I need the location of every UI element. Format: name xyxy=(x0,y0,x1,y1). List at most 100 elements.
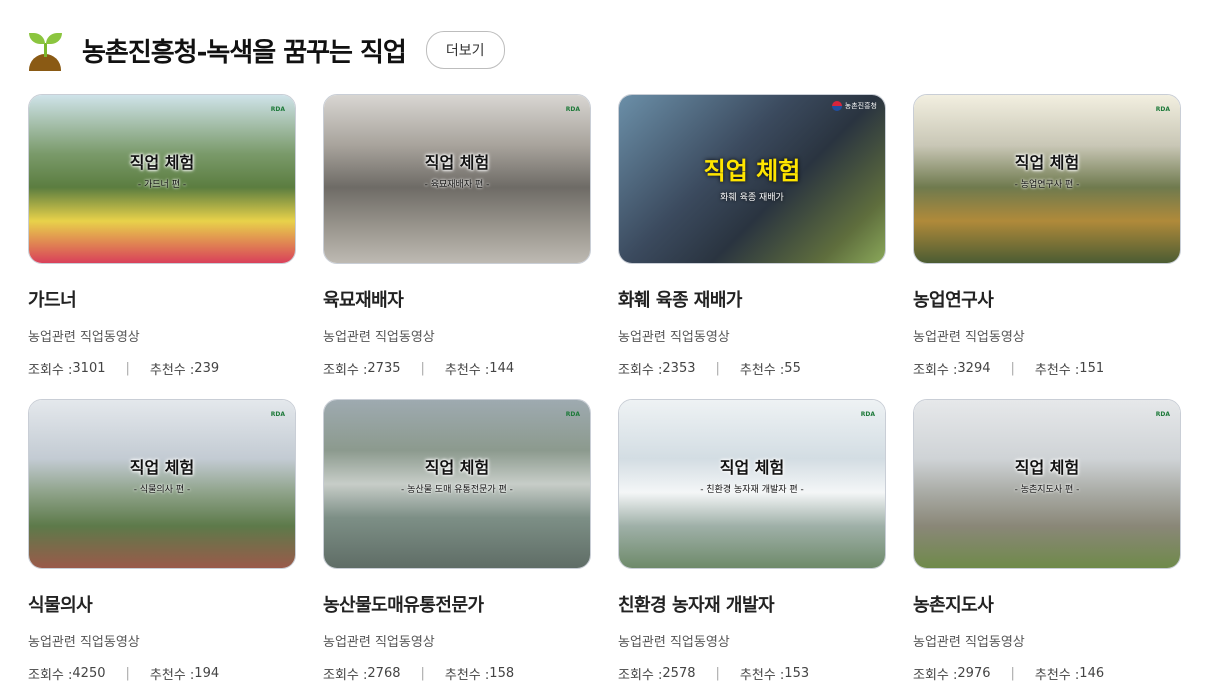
video-stats: 조회수 : 2976 | 추천수 : 146 xyxy=(913,666,1105,683)
views-label: 조회수 : xyxy=(323,668,368,683)
video-stats: 조회수 : 3101 | 추천수 : 239 xyxy=(28,361,220,378)
thumbnail-title: 직업 체험 xyxy=(424,153,490,172)
thumbnail-subtitle: - 육묘재배자 편 - xyxy=(424,180,490,190)
views-label: 조회수 : xyxy=(28,668,73,683)
video-thumbnail[interactable]: RDA 직업 체험 - 농산물 도매 유통전문가 편 - xyxy=(323,399,591,569)
video-card[interactable]: RDA 직업 체험 - 식물의사 편 - 식물의사 농업관련 직업동영상 조회수… xyxy=(28,399,296,683)
rda-logo: RDA xyxy=(565,106,580,113)
rda-logo: RDA xyxy=(565,411,580,418)
likes-label: 추천수 : xyxy=(149,363,195,378)
video-stats: 조회수 : 2768 | 추천수 : 158 xyxy=(323,666,515,683)
video-thumbnail[interactable]: RDA 직업 체험 - 농업연구사 편 - xyxy=(913,94,1181,264)
video-category: 농업관련 직업동영상 xyxy=(28,635,140,650)
thumbnail-subtitle: - 농산물 도매 유통전문가 편 - xyxy=(401,485,513,495)
video-category: 농업관련 직업동영상 xyxy=(913,635,1025,650)
video-category: 농업관련 직업동영상 xyxy=(618,635,730,650)
rda-logo: RDA xyxy=(1155,411,1170,418)
rda-logo: RDA xyxy=(270,106,285,113)
views-count: 4250 xyxy=(72,666,106,681)
video-category: 농업관련 직업동영상 xyxy=(323,330,435,345)
views-count: 2353 xyxy=(662,361,696,376)
video-title[interactable]: 가드너 xyxy=(28,286,296,312)
video-thumbnail[interactable]: RDA 직업 체험 - 농촌지도사 편 - xyxy=(913,399,1181,569)
thumbnail-title: 직업 체험 xyxy=(719,458,785,477)
section-header: 농촌진흥청-녹색을 꿈꾸는 직업 더보기 xyxy=(28,28,505,72)
video-card[interactable]: 농촌진흥청 직업 체험 화훼 육종 재배가 화훼 육종 재배가 농업관련 직업동… xyxy=(618,94,886,378)
rda-logo: RDA xyxy=(860,411,875,418)
likes-label: 추천수 : xyxy=(739,363,785,378)
views-label: 조회수 : xyxy=(618,363,663,378)
views-label: 조회수 : xyxy=(323,363,368,378)
thumbnail-subtitle: - 농촌지도사 편 - xyxy=(1014,485,1080,495)
likes-label: 추천수 : xyxy=(739,668,785,683)
video-stats: 조회수 : 2578 | 추천수 : 153 xyxy=(618,666,810,683)
video-category: 농업관련 직업동영상 xyxy=(28,330,140,345)
video-title[interactable]: 친환경 농자재 개발자 xyxy=(618,591,886,617)
views-label: 조회수 : xyxy=(28,363,73,378)
thumbnail-title: 직업 체험 xyxy=(129,153,195,172)
gov-logo: 농촌진흥청 xyxy=(831,101,877,111)
thumbnail-subtitle: 화훼 육종 재배가 xyxy=(720,193,784,203)
thumbnail-title: 직업 체험 xyxy=(703,157,801,185)
views-count: 2768 xyxy=(367,666,401,681)
video-title[interactable]: 농업연구사 xyxy=(913,286,1181,312)
video-title[interactable]: 식물의사 xyxy=(28,591,296,617)
views-count: 3294 xyxy=(957,361,991,376)
video-stats: 조회수 : 2735 | 추천수 : 144 xyxy=(323,361,515,378)
thumbnail-subtitle: - 농업연구사 편 - xyxy=(1014,180,1080,190)
video-stats: 조회수 : 2353 | 추천수 : 55 xyxy=(618,361,801,378)
video-category: 농업관련 직업동영상 xyxy=(323,635,435,650)
views-count: 2976 xyxy=(957,666,991,681)
video-title[interactable]: 농촌지도사 xyxy=(913,591,1181,617)
sprout-icon xyxy=(28,29,62,71)
thumbnail-title: 직업 체험 xyxy=(1014,153,1080,172)
views-count: 2735 xyxy=(367,361,401,376)
likes-count: 151 xyxy=(1079,361,1105,376)
likes-count: 55 xyxy=(784,361,801,376)
rda-logo: RDA xyxy=(1155,106,1170,113)
video-card[interactable]: RDA 직업 체험 - 농촌지도사 편 - 농촌지도사 농업관련 직업동영상 조… xyxy=(913,399,1181,683)
video-thumbnail[interactable]: RDA 직업 체험 - 친환경 농자재 개발자 편 - xyxy=(618,399,886,569)
likes-label: 추천수 : xyxy=(444,668,490,683)
likes-count: 144 xyxy=(489,361,515,376)
video-thumbnail[interactable]: RDA 직업 체험 - 가드너 편 - xyxy=(28,94,296,264)
views-label: 조회수 : xyxy=(618,668,663,683)
thumbnail-title: 직업 체험 xyxy=(1014,458,1080,477)
likes-count: 158 xyxy=(489,666,515,681)
video-card[interactable]: RDA 직업 체험 - 농산물 도매 유통전문가 편 - 농산물도매유통전문가 … xyxy=(323,399,591,683)
video-stats: 조회수 : 4250 | 추천수 : 194 xyxy=(28,666,220,683)
thumbnail-subtitle: - 가드너 편 - xyxy=(137,180,187,190)
likes-label: 추천수 : xyxy=(1034,668,1080,683)
likes-label: 추천수 : xyxy=(444,363,490,378)
video-card[interactable]: RDA 직업 체험 - 가드너 편 - 가드너 농업관련 직업동영상 조회수 :… xyxy=(28,94,296,378)
views-label: 조회수 : xyxy=(913,363,958,378)
thumbnail-title: 직업 체험 xyxy=(424,458,490,477)
video-title[interactable]: 화훼 육종 재배가 xyxy=(618,286,886,312)
video-title[interactable]: 육묘재배자 xyxy=(323,286,591,312)
thumbnail-title: 직업 체험 xyxy=(129,458,195,477)
video-thumbnail[interactable]: RDA 직업 체험 - 육묘재배자 편 - xyxy=(323,94,591,264)
likes-count: 153 xyxy=(784,666,810,681)
video-stats: 조회수 : 3294 | 추천수 : 151 xyxy=(913,361,1105,378)
video-category: 농업관련 직업동영상 xyxy=(618,330,730,345)
video-card[interactable]: RDA 직업 체험 - 농업연구사 편 - 농업연구사 농업관련 직업동영상 조… xyxy=(913,94,1181,378)
video-thumbnail[interactable]: 농촌진흥청 직업 체험 화훼 육종 재배가 xyxy=(618,94,886,264)
views-count: 3101 xyxy=(72,361,106,376)
rda-logo: RDA xyxy=(270,411,285,418)
video-card[interactable]: RDA 직업 체험 - 친환경 농자재 개발자 편 - 친환경 농자재 개발자 … xyxy=(618,399,886,683)
section-title: 농촌진흥청-녹색을 꿈꾸는 직업 xyxy=(82,37,407,68)
video-thumbnail[interactable]: RDA 직업 체험 - 식물의사 편 - xyxy=(28,399,296,569)
views-count: 2578 xyxy=(662,666,696,681)
more-button[interactable]: 더보기 xyxy=(425,31,505,69)
thumbnail-subtitle: - 식물의사 편 - xyxy=(133,485,191,495)
video-category: 농업관련 직업동영상 xyxy=(913,330,1025,345)
video-card[interactable]: RDA 직업 체험 - 육묘재배자 편 - 육묘재배자 농업관련 직업동영상 조… xyxy=(323,94,591,378)
views-label: 조회수 : xyxy=(913,668,958,683)
likes-count: 194 xyxy=(194,666,220,681)
thumbnail-subtitle: - 친환경 농자재 개발자 편 - xyxy=(700,485,804,495)
video-title[interactable]: 농산물도매유통전문가 xyxy=(323,591,591,617)
likes-label: 추천수 : xyxy=(1034,363,1080,378)
likes-count: 146 xyxy=(1079,666,1105,681)
likes-count: 239 xyxy=(194,361,220,376)
likes-label: 추천수 : xyxy=(149,668,195,683)
